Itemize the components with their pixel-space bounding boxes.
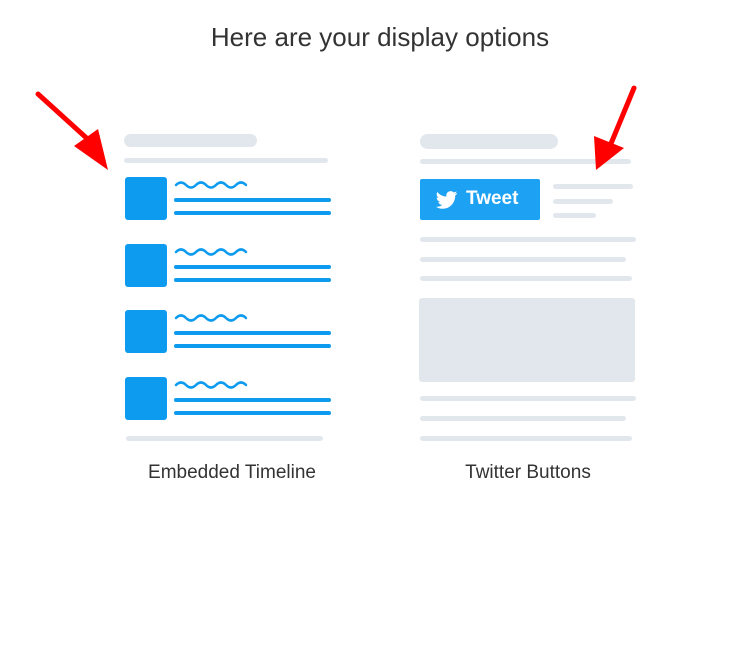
tweet-avatar: [125, 177, 167, 220]
buttons-media-placeholder: [419, 298, 635, 382]
tweet-text-line: [174, 344, 331, 348]
tweet-text-line: [174, 211, 331, 215]
timeline-footer-placeholder: [126, 436, 323, 441]
annotation-arrow-right: [594, 85, 637, 170]
twitter-buttons-option[interactable]: Tweet Twitter Buttons: [408, 122, 648, 492]
tweet-avatar: [125, 310, 167, 353]
tweet-text-line: [174, 198, 331, 202]
tweet-button-label: Tweet: [466, 188, 519, 209]
buttons-content-line: [420, 237, 636, 242]
tweet-name-squiggle: [174, 314, 248, 322]
timeline-tweet-item: [125, 310, 331, 353]
timeline-tweet-item: [125, 377, 331, 420]
tweet-name-squiggle: [174, 381, 248, 389]
timeline-tweet-item: [125, 244, 331, 287]
tweet-text-line: [174, 278, 331, 282]
tweet-text-line: [174, 411, 331, 415]
embedded-timeline-label: Embedded Timeline: [148, 462, 316, 483]
buttons-side-line: [553, 184, 633, 189]
buttons-content-line: [420, 436, 632, 441]
page-title: Here are your display options: [210, 22, 550, 52]
tweet-name-squiggle: [174, 248, 248, 256]
timeline-header-placeholder: [124, 134, 257, 147]
twitter-buttons-label: Twitter Buttons: [465, 462, 591, 483]
tweet-avatar: [125, 244, 167, 287]
tweet-text-line: [174, 265, 331, 269]
buttons-content-line: [420, 276, 632, 281]
buttons-side-line: [553, 213, 596, 218]
tweet-text-line: [174, 331, 331, 335]
embedded-timeline-illustration: [124, 134, 331, 441]
buttons-content-line: [420, 396, 636, 401]
timeline-tweet-item: [125, 177, 331, 220]
timeline-subheader-placeholder: [124, 158, 328, 163]
buttons-content-line: [420, 416, 626, 421]
tweet-avatar: [125, 377, 167, 420]
buttons-side-line: [553, 199, 613, 204]
embedded-timeline-option[interactable]: Embedded Timeline: [112, 122, 352, 492]
tweet-name-squiggle: [174, 181, 248, 189]
buttons-header-placeholder: [420, 134, 558, 149]
annotation-arrow-left: [35, 91, 108, 170]
buttons-content-line: [420, 257, 626, 262]
tweet-text-line: [174, 398, 331, 402]
